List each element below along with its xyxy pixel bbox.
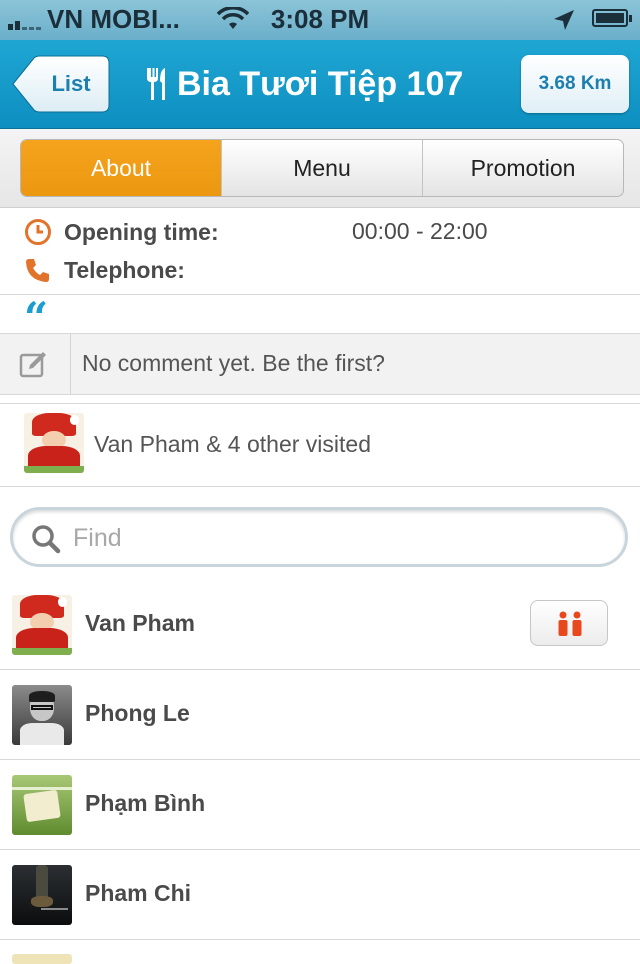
user-name: Phong Le [85, 700, 190, 726]
search-input[interactable] [71, 516, 595, 560]
edit-button[interactable] [0, 334, 71, 394]
tab-about[interactable]: About [21, 140, 221, 196]
back-button[interactable]: List [12, 55, 110, 113]
status-bar: VN MOBI... 3:08 PM [0, 0, 640, 40]
location-arrow-icon [554, 10, 574, 30]
tab-promotion[interactable]: Promotion [422, 140, 623, 196]
user-name: Pham Chi [85, 880, 192, 906]
telephone-label: Telephone: [64, 256, 185, 283]
phone-icon [26, 259, 49, 282]
tab-menu[interactable]: Menu [221, 140, 422, 196]
friends-button[interactable] [530, 600, 608, 646]
quote-area: “ [0, 293, 640, 342]
visited-row[interactable]: Van Pham & 4 other visited [0, 403, 640, 487]
status-time: 3:08 PM [270, 4, 370, 34]
list-item[interactable]: Phạm Bình [0, 760, 640, 850]
search-icon [32, 525, 61, 554]
distance-button[interactable]: 3.68 Km [521, 55, 629, 113]
search-bar [10, 507, 628, 567]
page-title: Bia Tươi Tiệp 107 [145, 62, 475, 106]
avatar [12, 954, 72, 964]
visited-text: Van Pham & 4 other visited [94, 431, 371, 457]
tab-bar-area: About Menu Promotion [0, 129, 640, 208]
opening-time-value: 00:00 - 22:00 [352, 218, 488, 244]
avatar [12, 685, 72, 745]
battery-icon [592, 9, 632, 27]
back-button-label: List [51, 71, 91, 96]
edit-icon [19, 352, 46, 378]
telephone-row[interactable]: Telephone: [24, 252, 185, 288]
avatar [12, 595, 72, 655]
comment-placeholder: No comment yet. Be the first? [82, 350, 385, 376]
list-item[interactable] [0, 940, 640, 964]
comment-row[interactable]: No comment yet. Be the first? [0, 333, 640, 395]
nav-bar: List Bia Tươi Tiệp 107 3.68 Km [0, 40, 640, 129]
user-name: Van Pham [85, 610, 195, 636]
avatar [12, 865, 72, 925]
opening-time-row: Opening time: [24, 214, 219, 250]
user-list: Van Pham Phong Le Phạm Bình Pham Chi [0, 580, 640, 964]
user-name: Phạm Bình [85, 790, 206, 816]
segmented-control: About Menu Promotion [20, 139, 624, 197]
clock-icon [25, 219, 51, 245]
opening-time-label: Opening time: [64, 218, 219, 245]
avatar [24, 413, 84, 473]
page-title-text: Bia Tươi Tiệp 107 [177, 64, 464, 103]
avatar [12, 775, 72, 835]
info-section: Opening time: 00:00 - 22:00 Telephone: [0, 208, 640, 295]
friends-icon [558, 611, 582, 636]
utensils-icon [147, 68, 165, 100]
list-item[interactable]: Van Pham [0, 580, 640, 670]
list-item[interactable]: Pham Chi [0, 850, 640, 940]
list-item[interactable]: Phong Le [0, 670, 640, 760]
